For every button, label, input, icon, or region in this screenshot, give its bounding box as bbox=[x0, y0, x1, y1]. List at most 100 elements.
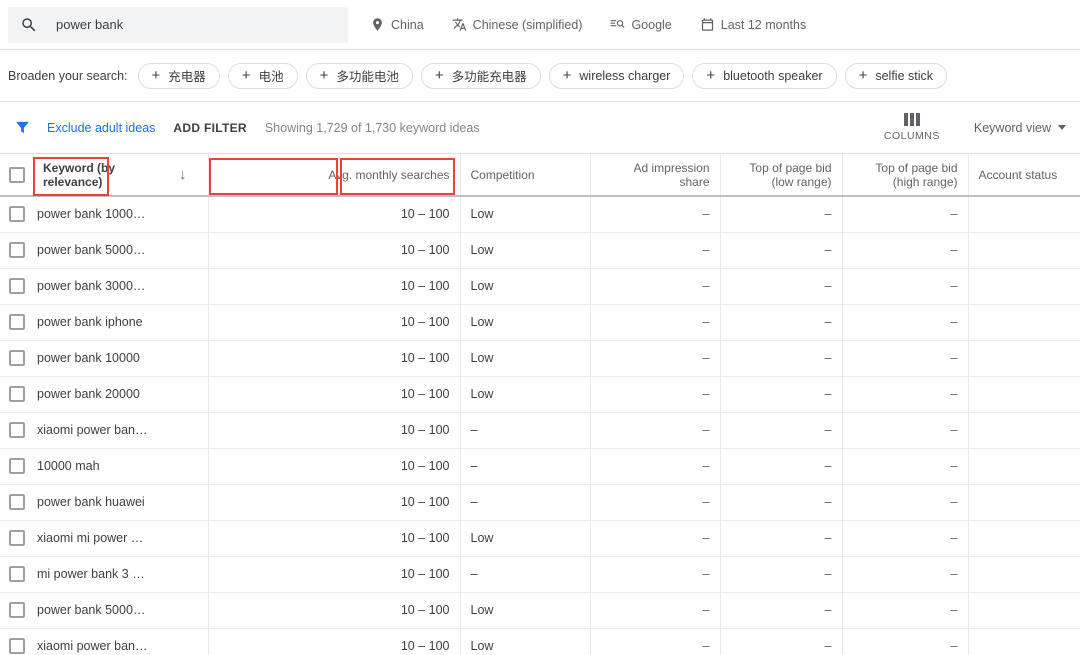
column-sort-indicator[interactable]: ↓ bbox=[158, 154, 208, 196]
row-checkbox[interactable] bbox=[9, 638, 25, 654]
column-header-competition[interactable]: Competition bbox=[460, 154, 590, 196]
broaden-chip-label: 多功能电池 bbox=[336, 66, 399, 85]
table-row[interactable]: xiaomi power bank 20…10 – 100–––– bbox=[0, 412, 1080, 448]
table-row[interactable]: 10000 mah10 – 100–––– bbox=[0, 448, 1080, 484]
plus-icon: + bbox=[563, 68, 572, 83]
cell-top-of-page-bid-high: – bbox=[842, 520, 968, 556]
broaden-search-label: Broaden your search: bbox=[8, 69, 128, 83]
select-all-checkbox[interactable] bbox=[9, 167, 25, 183]
column-header-account-status[interactable]: Account status bbox=[968, 154, 1080, 196]
table-row[interactable]: power bank 1000010 – 100Low––– bbox=[0, 340, 1080, 376]
table-row[interactable]: xiaomi power bank 20…10 – 100Low––– bbox=[0, 628, 1080, 655]
row-checkbox[interactable] bbox=[9, 386, 25, 402]
cell-spacer bbox=[158, 448, 208, 484]
cell-top-of-page-bid-low: – bbox=[720, 376, 842, 412]
filter-location[interactable]: China bbox=[370, 17, 424, 32]
broaden-chip-1[interactable]: +电池 bbox=[228, 63, 298, 89]
cell-competition: – bbox=[460, 556, 590, 592]
cell-top-of-page-bid-high: – bbox=[842, 628, 968, 655]
table-row[interactable]: power bank 2000010 – 100Low––– bbox=[0, 376, 1080, 412]
cell-top-of-page-bid-low: – bbox=[720, 304, 842, 340]
cell-avg-monthly-searches: 10 – 100 bbox=[208, 592, 460, 628]
cell-ad-impression-share: – bbox=[590, 448, 720, 484]
broaden-chip-3[interactable]: +多功能充电器 bbox=[421, 63, 541, 89]
row-checkbox[interactable] bbox=[9, 566, 25, 582]
add-filter-button[interactable]: ADD FILTER bbox=[173, 121, 246, 135]
broaden-chip-label: 充电器 bbox=[168, 66, 206, 85]
filter-network-label: Google bbox=[631, 18, 671, 32]
filter-date-range[interactable]: Last 12 months bbox=[700, 17, 806, 32]
plus-icon: + bbox=[242, 68, 251, 83]
cell-ad-impression-share: – bbox=[590, 304, 720, 340]
cell-spacer bbox=[158, 304, 208, 340]
cell-top-of-page-bid-low: – bbox=[720, 448, 842, 484]
row-checkbox[interactable] bbox=[9, 494, 25, 510]
broaden-chip-6[interactable]: +selfie stick bbox=[845, 63, 947, 89]
column-header-keyword[interactable]: Keyword (by relevance) bbox=[33, 154, 158, 196]
plus-icon: + bbox=[152, 68, 161, 83]
row-checkbox[interactable] bbox=[9, 602, 25, 618]
cell-keyword: power bank 10000mah bbox=[33, 196, 158, 232]
broaden-chip-0[interactable]: + 充电器 bbox=[138, 63, 220, 89]
cell-spacer bbox=[158, 232, 208, 268]
row-select-cell bbox=[0, 196, 33, 232]
search-input[interactable]: power bank bbox=[8, 7, 348, 43]
keyword-ideas-table: Keyword (by relevance) ↓ Avg. monthly se… bbox=[0, 154, 1080, 655]
filter-network[interactable]: Google bbox=[610, 17, 671, 32]
columns-button-label: COLUMNS bbox=[884, 130, 940, 142]
cell-account-status bbox=[968, 448, 1080, 484]
row-checkbox[interactable] bbox=[9, 314, 25, 330]
broaden-chip-2[interactable]: + 多功能电池 bbox=[306, 63, 413, 89]
row-checkbox[interactable] bbox=[9, 530, 25, 546]
row-checkbox[interactable] bbox=[9, 278, 25, 294]
row-checkbox[interactable] bbox=[9, 242, 25, 258]
table-row[interactable]: xiaomi mi power bank 310 – 100Low––– bbox=[0, 520, 1080, 556]
cell-competition: Low bbox=[460, 196, 590, 232]
broaden-chip-5[interactable]: +bluetooth speaker bbox=[692, 63, 836, 89]
cell-avg-monthly-searches: 10 – 100 bbox=[208, 484, 460, 520]
cell-competition: Low bbox=[460, 232, 590, 268]
broaden-chip-4[interactable]: +wireless charger bbox=[549, 63, 685, 89]
toolbar-right-group: COLUMNS Keyword view bbox=[884, 113, 1080, 142]
keyword-view-selector[interactable]: Keyword view bbox=[974, 121, 1066, 135]
row-checkbox[interactable] bbox=[9, 350, 25, 366]
table-row[interactable]: power bank 50000mah10 – 100Low––– bbox=[0, 232, 1080, 268]
exclude-adult-ideas-link[interactable]: Exclude adult ideas bbox=[47, 121, 155, 135]
column-header-avg-monthly-searches[interactable]: Avg. monthly searches bbox=[208, 154, 460, 196]
cell-avg-monthly-searches: 10 – 100 bbox=[208, 304, 460, 340]
row-checkbox[interactable] bbox=[9, 422, 25, 438]
column-header-top-of-page-bid-low[interactable]: Top of page bid (low range) bbox=[720, 154, 842, 196]
cell-keyword: power bank 50000mah bbox=[33, 232, 158, 268]
cell-avg-monthly-searches: 10 – 100 bbox=[208, 448, 460, 484]
cell-ad-impression-share: – bbox=[590, 628, 720, 655]
cell-top-of-page-bid-high: – bbox=[842, 484, 968, 520]
plus-icon: + bbox=[320, 68, 329, 83]
table-row[interactable]: power bank 30000mah10 – 100Low––– bbox=[0, 268, 1080, 304]
cell-avg-monthly-searches: 10 – 100 bbox=[208, 232, 460, 268]
cell-ad-impression-share: – bbox=[590, 232, 720, 268]
filter-language[interactable]: Chinese (simplified) bbox=[452, 17, 583, 32]
row-select-cell bbox=[0, 592, 33, 628]
table-body: power bank 10000mah10 – 100Low–––power b… bbox=[0, 196, 1080, 655]
cell-spacer bbox=[158, 592, 208, 628]
columns-button[interactable]: COLUMNS bbox=[884, 113, 940, 142]
cell-avg-monthly-searches: 10 – 100 bbox=[208, 376, 460, 412]
location-pin-icon bbox=[370, 17, 385, 32]
table-row[interactable]: power bank 10000mah10 – 100Low––– bbox=[0, 196, 1080, 232]
table-row[interactable]: power bank huawei10 – 100–––– bbox=[0, 484, 1080, 520]
column-header-top-of-page-bid-high[interactable]: Top of page bid (high range) bbox=[842, 154, 968, 196]
row-select-cell bbox=[0, 448, 33, 484]
table-row[interactable]: mi power bank 3 pro10 – 100–––– bbox=[0, 556, 1080, 592]
cell-keyword: power bank huawei bbox=[33, 484, 158, 520]
row-checkbox[interactable] bbox=[9, 458, 25, 474]
row-select-cell bbox=[0, 520, 33, 556]
filter-funnel-icon[interactable] bbox=[14, 119, 31, 136]
table-row[interactable]: power bank iphone10 – 100Low––– bbox=[0, 304, 1080, 340]
broaden-chip-label: bluetooth speaker bbox=[723, 69, 822, 83]
column-header-ad-impression-share[interactable]: Ad impression share bbox=[590, 154, 720, 196]
row-checkbox[interactable] bbox=[9, 206, 25, 222]
table-row[interactable]: power bank 5000mah10 – 100Low––– bbox=[0, 592, 1080, 628]
cell-keyword: 10000 mah bbox=[33, 448, 158, 484]
cell-top-of-page-bid-high: – bbox=[842, 556, 968, 592]
cell-ad-impression-share: – bbox=[590, 376, 720, 412]
